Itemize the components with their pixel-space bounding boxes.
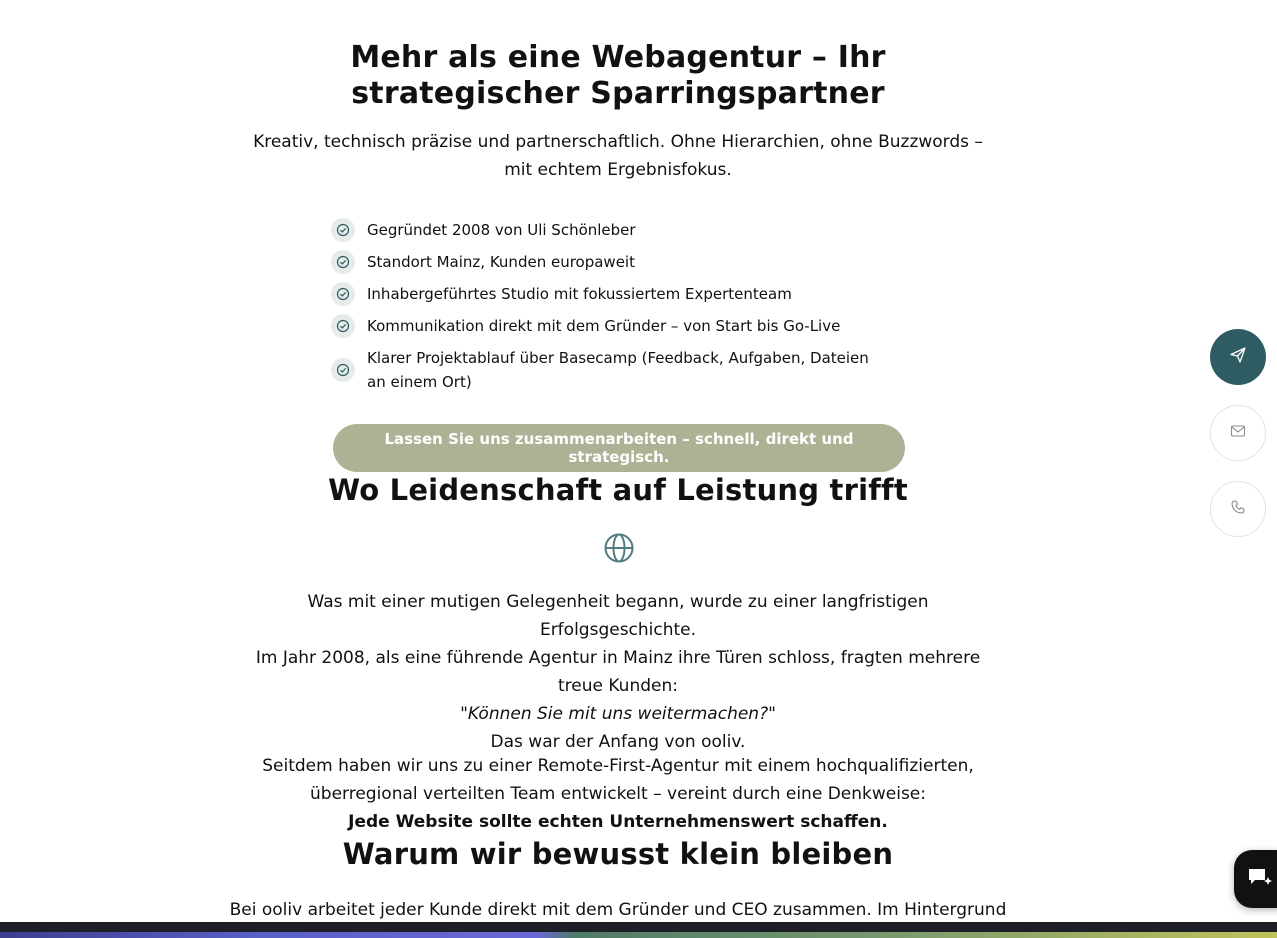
story-quote: "Können Sie mit uns weitermachen?" — [238, 700, 998, 728]
email-button[interactable] — [1210, 405, 1266, 461]
story-line: Seitdem haben wir uns zu einer Remote-Fi… — [262, 756, 974, 804]
globe-icon — [603, 532, 635, 564]
story-block: Was mit einer mutigen Gelegenheit begann… — [238, 588, 998, 756]
check-circle-icon — [331, 314, 355, 338]
send-message-button[interactable] — [1210, 329, 1266, 385]
phone-icon — [1230, 499, 1246, 519]
feature-list: Gegründet 2008 von Uli Schönleber Stando… — [331, 214, 891, 398]
feature-label: Gegründet 2008 von Uli Schönleber — [367, 221, 636, 239]
bottom-banner — [0, 922, 1277, 938]
section-title-passion: Wo Leidenschaft auf Leistung trifft — [328, 473, 908, 507]
intro-text: Kreativ, technisch präzise und partnersc… — [253, 132, 983, 180]
check-circle-icon — [331, 358, 355, 382]
check-circle-icon — [331, 282, 355, 306]
story-block-2: Seitdem haben wir uns zu einer Remote-Fi… — [238, 752, 998, 836]
story-line: Im Jahr 2008, als eine führende Agentur … — [255, 648, 981, 696]
check-circle-icon — [331, 250, 355, 274]
mail-icon — [1230, 423, 1246, 443]
story-emphasis: Jede Website sollte echten Unternehmensw… — [238, 808, 998, 836]
list-item: Standort Mainz, Kunden europaweit — [331, 246, 891, 278]
emphasis-text: Jede Website sollte echten Unternehmensw… — [348, 812, 888, 832]
feature-label: Klarer Projektablauf über Basecamp (Feed… — [367, 349, 869, 391]
feature-label: Standort Mainz, Kunden europaweit — [367, 253, 635, 271]
list-item: Kommunikation direkt mit dem Gründer – v… — [331, 310, 891, 342]
quote-text: "Können Sie mit uns weitermachen?" — [460, 704, 776, 724]
section-title-small: Warum wir bewusst klein bleiben — [342, 837, 894, 871]
phone-button[interactable] — [1210, 481, 1266, 537]
list-item: Gegründet 2008 von Uli Schönleber — [331, 214, 891, 246]
gradient-strip — [0, 932, 1277, 938]
chat-launcher-button[interactable] — [1234, 850, 1277, 908]
list-item: Inhabergeführtes Studio mit fokussiertem… — [331, 278, 891, 310]
cta-button[interactable]: Lassen Sie uns zusammenarbeiten – schnel… — [333, 424, 905, 472]
feature-label: Kommunikation direkt mit dem Gründer – v… — [367, 317, 841, 335]
page-title: Mehr als eine Webagentur – Ihr strategis… — [350, 40, 886, 111]
list-item: Klarer Projektablauf über Basecamp (Feed… — [331, 342, 891, 398]
story-line: Was mit einer mutigen Gelegenheit begann… — [307, 592, 929, 640]
check-circle-icon — [331, 218, 355, 242]
send-icon — [1229, 346, 1247, 368]
section-text: Bei ooliv arbeitet jeder Kunde direkt mi… — [229, 900, 1007, 920]
feature-label: Inhabergeführtes Studio mit fokussiertem… — [367, 285, 792, 303]
